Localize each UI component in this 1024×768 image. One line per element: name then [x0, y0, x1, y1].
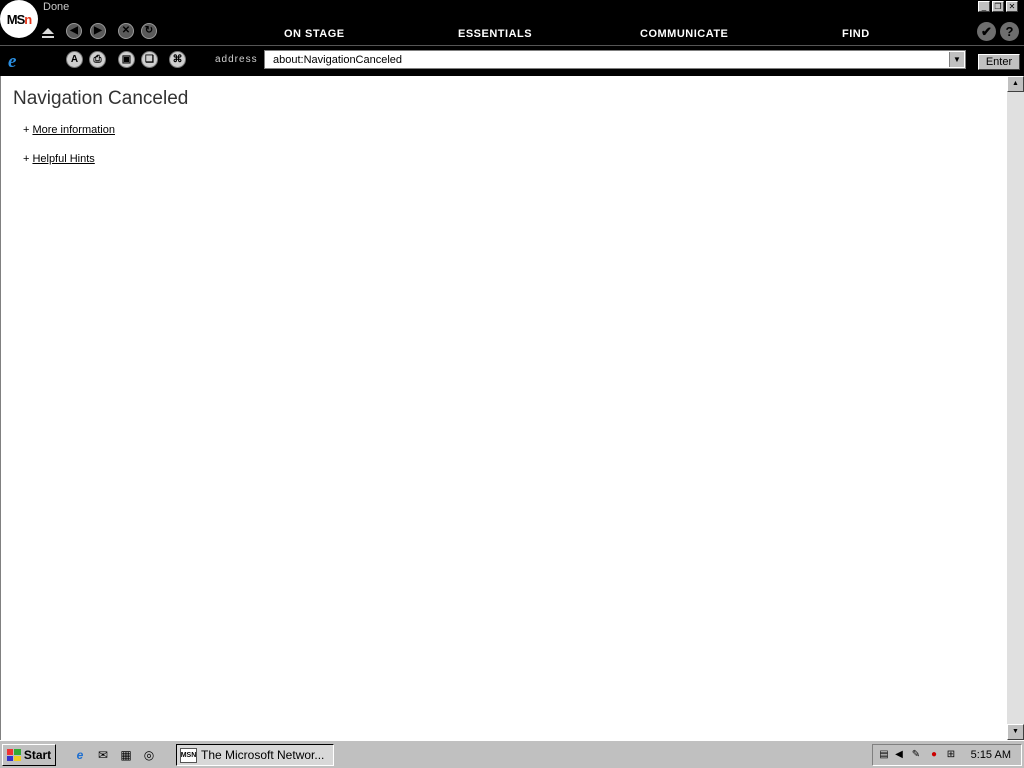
outlook-express-icon[interactable]: ✉ — [95, 747, 111, 763]
minimize-button[interactable]: _ — [978, 1, 990, 12]
expand-prefix: + — [23, 124, 30, 136]
restore-button[interactable]: ❐ — [992, 1, 1004, 12]
helpful-hints-row: + Helpful Hints — [23, 153, 95, 165]
more-information-link[interactable]: More information — [32, 124, 115, 136]
task-scheduler-icon[interactable]: ⊞ — [944, 748, 958, 762]
status-text: Done — [43, 1, 70, 13]
menu-find[interactable]: FIND — [842, 28, 870, 40]
system-tray: ▤ ◀ ✎ ● ⊞ 5:15 AM — [872, 744, 1022, 766]
taskbar: Start e ✉ ▦ ◎ MSN The Microsoft Networ..… — [0, 740, 1024, 768]
vertical-scrollbar[interactable]: ▲ ▼ — [1007, 76, 1024, 740]
start-label: Start — [23, 748, 52, 762]
more-information-row: + More information — [23, 124, 115, 136]
channels-icon[interactable]: ⌘ — [169, 51, 186, 68]
address-dropdown-icon[interactable]: ▼ — [949, 52, 964, 67]
forward-icon[interactable]: ▶ — [90, 23, 106, 39]
font-size-icon[interactable]: A — [66, 51, 83, 68]
enter-button[interactable]: Enter — [978, 54, 1020, 70]
save-icon[interactable]: ▣ — [118, 51, 135, 68]
back-icon[interactable]: ◀ — [66, 23, 82, 39]
task-msn-button[interactable]: MSN The Microsoft Networ... — [176, 744, 334, 766]
msn-chrome: MS n Done ◀ ▶ ✕ ↻ ON STAGE ESSENTIALS COM… — [0, 0, 1024, 76]
menu-essentials[interactable]: ESSENTIALS — [458, 28, 532, 40]
menu-on-stage[interactable]: ON STAGE — [284, 28, 345, 40]
ie-quicklaunch-icon[interactable]: e — [72, 747, 88, 763]
msn-tray-icon[interactable]: ● — [927, 748, 941, 762]
windows-logo-icon — [6, 749, 21, 761]
volume-icon[interactable]: ◀ — [892, 748, 906, 762]
helpful-hints-link[interactable]: Helpful Hints — [32, 153, 94, 165]
msn-task-icon: MSN — [180, 747, 197, 763]
msn-logo[interactable]: MS n — [0, 0, 38, 38]
clock: 5:15 AM — [970, 749, 1011, 761]
scroll-up-icon[interactable]: ▲ — [1007, 76, 1024, 92]
eject-icon[interactable] — [41, 27, 55, 39]
close-button[interactable]: ✕ — [1006, 1, 1018, 12]
network-icon[interactable]: ▤ — [877, 748, 891, 762]
desktop-icon[interactable]: ▦ — [118, 747, 134, 763]
modem-icon[interactable]: ✎ — [909, 748, 923, 762]
page-title: Navigation Canceled — [13, 88, 189, 109]
task-label: The Microsoft Networ... — [201, 748, 325, 762]
menu-communicate[interactable]: COMMUNICATE — [640, 28, 728, 40]
print-icon[interactable]: ⎙ — [89, 51, 106, 68]
checkmark-icon[interactable]: ✔ — [977, 22, 996, 41]
copy-icon[interactable]: ❏ — [141, 51, 158, 68]
start-button[interactable]: Start — [2, 744, 56, 766]
address-input[interactable] — [273, 52, 943, 67]
help-icon[interactable]: ? — [1000, 22, 1019, 41]
stop-icon[interactable]: ✕ — [118, 23, 134, 39]
expand-prefix: + — [23, 153, 30, 165]
channels-quicklaunch-icon[interactable]: ◎ — [141, 747, 157, 763]
refresh-icon[interactable]: ↻ — [141, 23, 157, 39]
scroll-down-icon[interactable]: ▼ — [1007, 724, 1024, 740]
internet-explorer-icon: e — [8, 51, 17, 72]
toolbar-divider — [0, 45, 1024, 46]
address-bar[interactable]: ▼ — [264, 50, 966, 69]
address-label: address — [215, 54, 258, 65]
page-content: Navigation Canceled + More information + H… — [0, 76, 1007, 740]
